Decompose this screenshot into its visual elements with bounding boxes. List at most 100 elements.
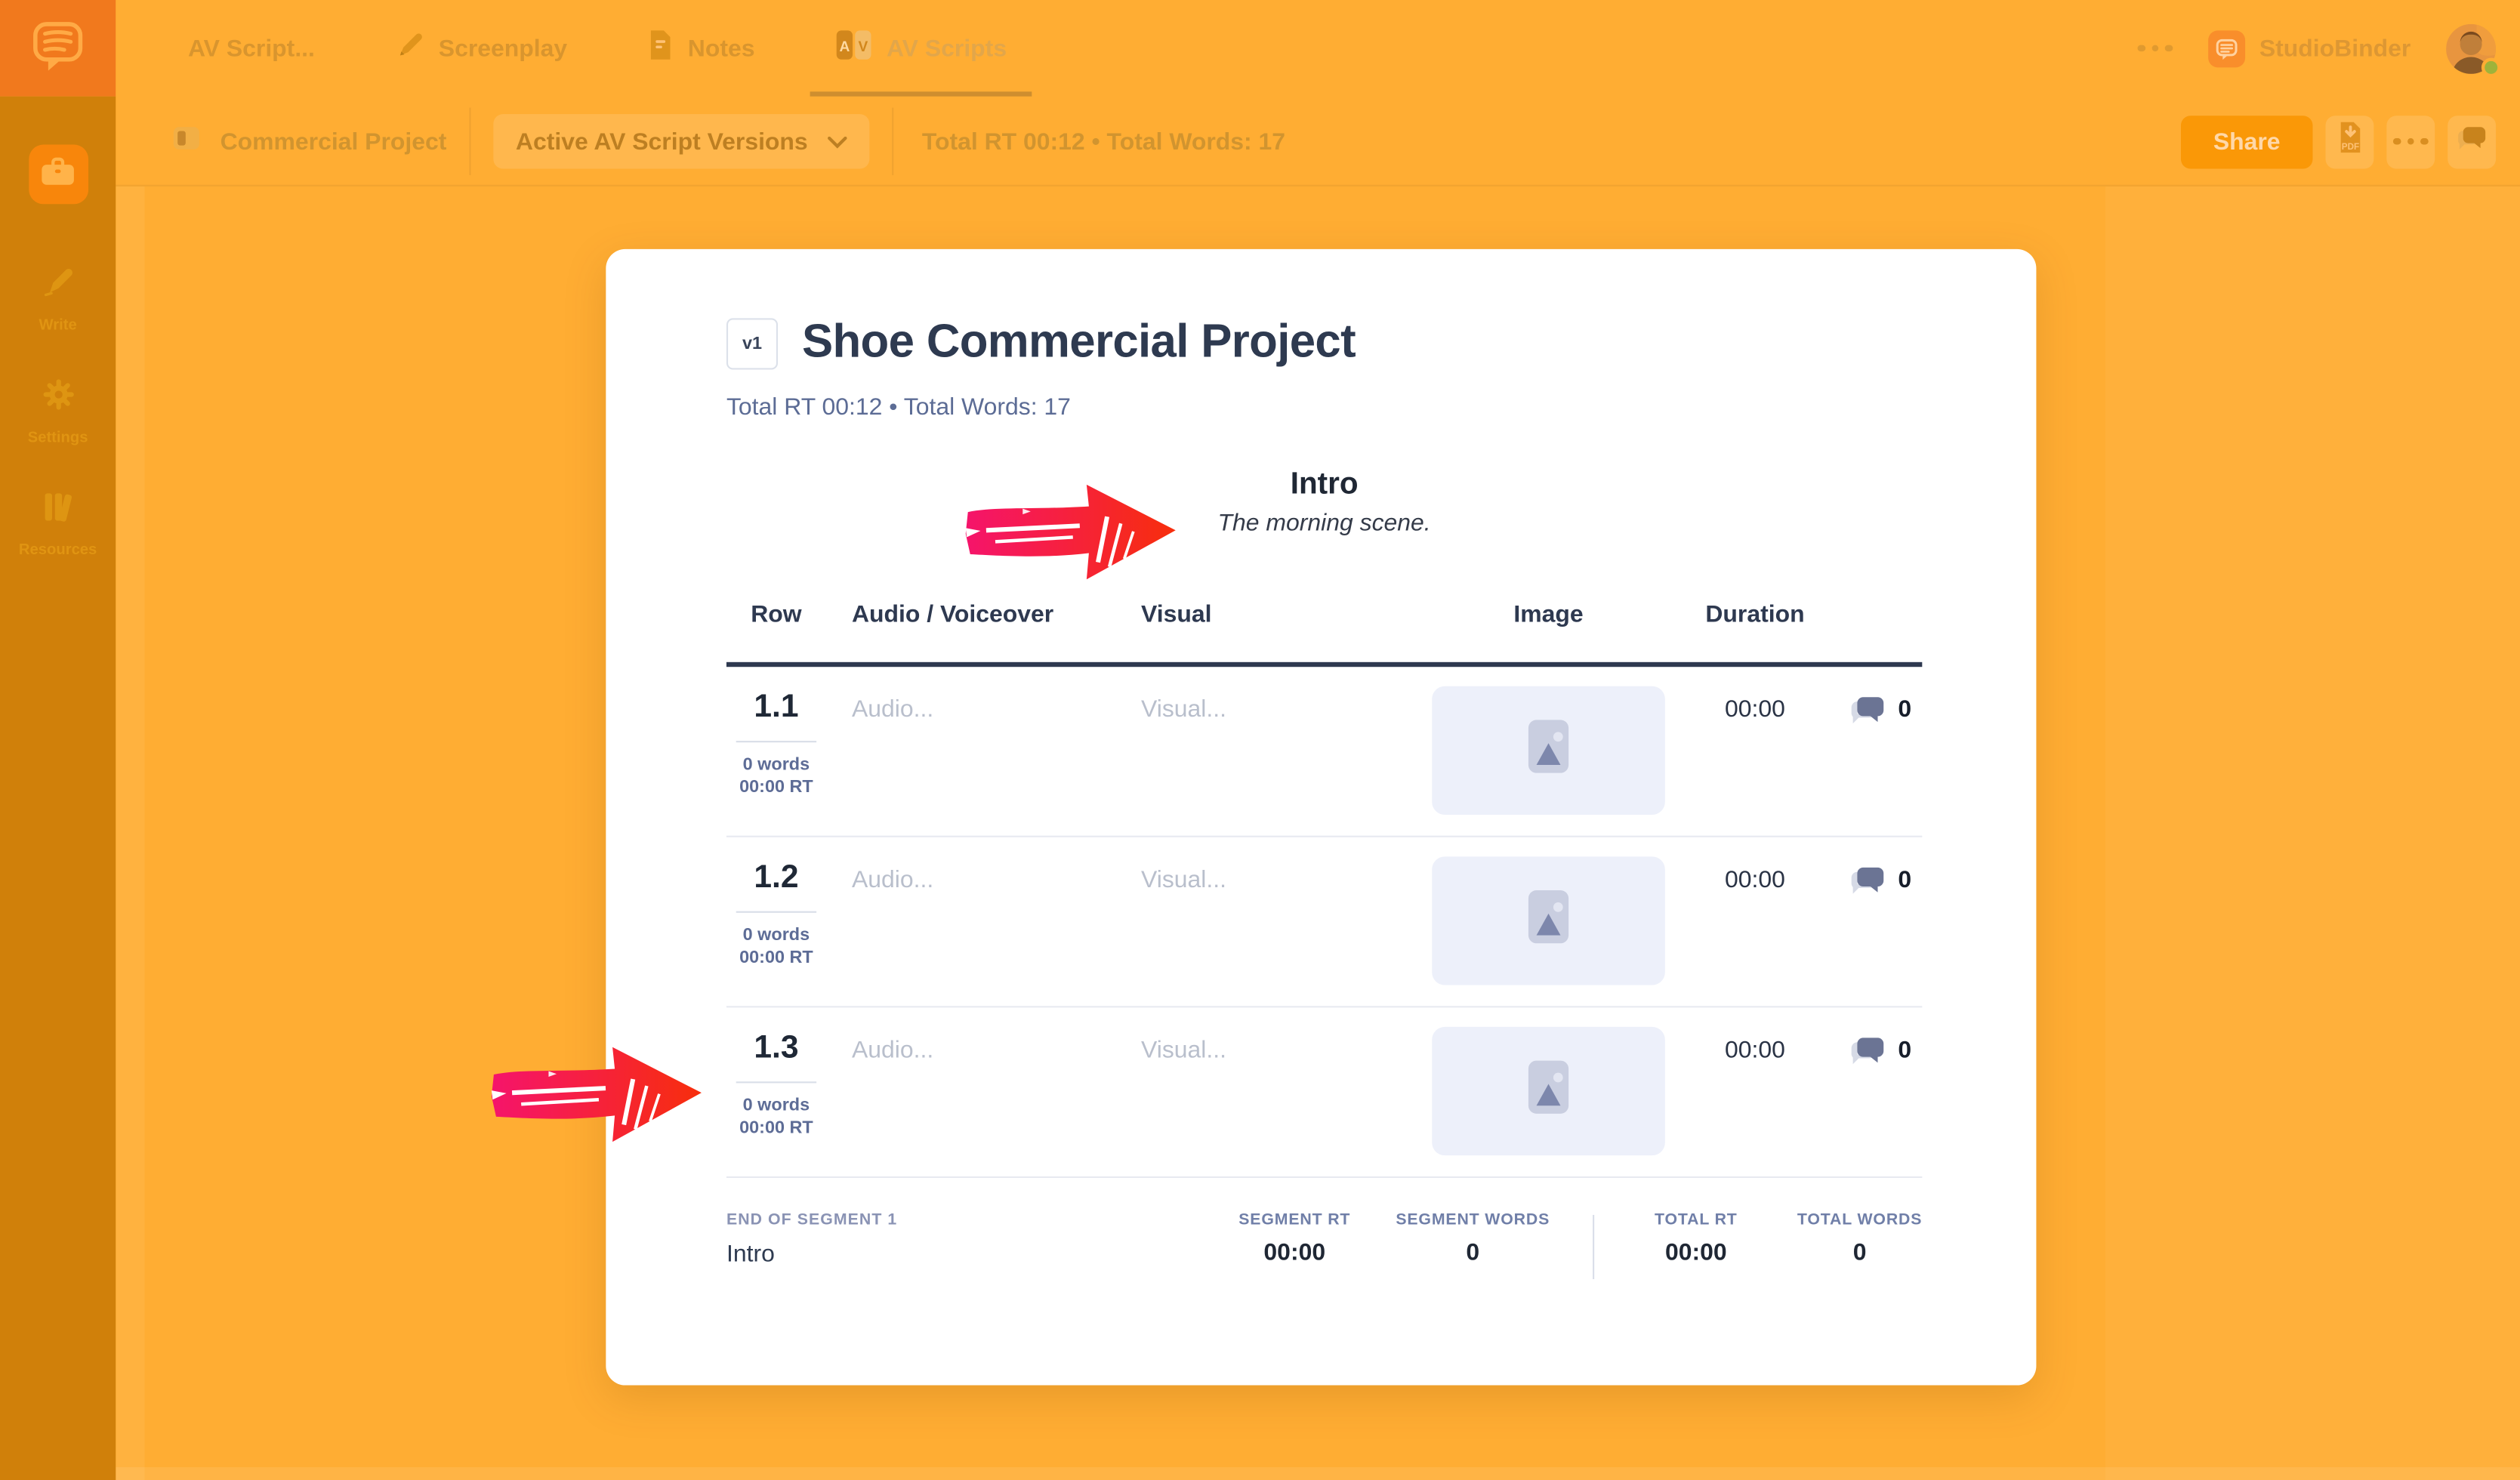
sidebar-nav: Write Settings Resources bbox=[19, 265, 97, 560]
more-menu-icon[interactable] bbox=[2138, 45, 2173, 52]
sidebar-item-resources[interactable]: Resources bbox=[19, 490, 97, 560]
comments-panel-button[interactable] bbox=[2448, 115, 2497, 168]
table-header-row: Row Audio / Voiceover Visual Image Durat… bbox=[726, 600, 1923, 668]
visual-cell[interactable]: Visual... bbox=[1115, 856, 1406, 985]
audio-cell[interactable]: Audio... bbox=[826, 686, 1115, 815]
script-versions-dropdown[interactable]: Active AV Script Versions bbox=[493, 114, 869, 169]
photo-icon bbox=[1527, 718, 1570, 782]
brand-button[interactable]: StudioBinder bbox=[2207, 29, 2411, 67]
segment-end-block: END OF SEGMENT 1 Intro bbox=[726, 1212, 897, 1268]
row-number-underline bbox=[736, 1081, 817, 1084]
sidebar-item-settings[interactable]: Settings bbox=[19, 378, 97, 447]
stat-total-words: TOTAL WORDS 0 bbox=[1797, 1211, 1923, 1267]
left-sidebar: Write Settings Resources bbox=[0, 96, 116, 1480]
row-number[interactable]: 1.1 bbox=[726, 689, 826, 726]
row-runtime: 00:00 RT bbox=[739, 1118, 813, 1138]
segment-title[interactable]: Intro bbox=[726, 467, 1922, 503]
briefcase-icon bbox=[40, 155, 76, 193]
project-home-button[interactable] bbox=[28, 144, 88, 205]
comments-cell[interactable]: 0 bbox=[1840, 686, 1923, 815]
end-of-segment-label: END OF SEGMENT 1 bbox=[726, 1211, 898, 1230]
sidebar-item-label: Settings bbox=[27, 429, 88, 447]
user-avatar[interactable] bbox=[2446, 23, 2501, 77]
visual-cell[interactable]: Visual... bbox=[1115, 1027, 1406, 1155]
project-panel-icon bbox=[172, 124, 201, 159]
project-breadcrumb[interactable]: Commercial Project bbox=[172, 124, 446, 159]
online-status-dot bbox=[2481, 57, 2501, 77]
pdf-download-icon: PDF bbox=[2336, 121, 2363, 162]
comments-cell[interactable]: 0 bbox=[1840, 1027, 1923, 1155]
app-window: AV Script... Screenplay Notes A V AV Scr… bbox=[0, 0, 2520, 1480]
photo-icon bbox=[1527, 1059, 1570, 1123]
share-button[interactable]: Share bbox=[2180, 115, 2313, 168]
script-toolbar: Commercial Project Active AV Script Vers… bbox=[116, 97, 2520, 187]
tab-av-scripts[interactable]: A V AV Scripts bbox=[809, 0, 1032, 97]
row-number-underline bbox=[736, 911, 817, 913]
column-header-visual: Visual bbox=[1141, 600, 1212, 629]
tab-notes[interactable]: Notes bbox=[644, 0, 757, 97]
av-script-document: v1 Shoe Commercial Project Total RT 00:1… bbox=[606, 248, 2037, 1386]
overlay-panel-right bbox=[2105, 186, 2520, 1480]
image-cell bbox=[1406, 1026, 1692, 1156]
row-word-count: 0 words bbox=[742, 925, 810, 945]
export-pdf-button[interactable]: PDF bbox=[2325, 115, 2374, 168]
document-summary: Total RT 00:12 • Total Words: 17 bbox=[726, 393, 1071, 421]
audio-cell[interactable]: Audio... bbox=[826, 856, 1115, 985]
av-script-table: Row Audio / Voiceover Visual Image Durat… bbox=[726, 600, 1923, 1178]
row-word-count: 0 words bbox=[742, 1096, 810, 1115]
audio-cell[interactable]: Audio... bbox=[826, 1027, 1115, 1155]
duration-cell[interactable]: 00:00 bbox=[1692, 856, 1840, 985]
tab-screenplay[interactable]: Screenplay bbox=[392, 0, 570, 97]
table-row: 1.3 0 words 00:00 RT Audio... Visual... … bbox=[726, 1007, 1923, 1178]
column-header-image: Image bbox=[1513, 600, 1584, 629]
row-number[interactable]: 1.3 bbox=[726, 1030, 826, 1067]
overlay-gutter-left bbox=[116, 186, 145, 1480]
row-runtime: 00:00 RT bbox=[739, 948, 813, 967]
image-placeholder[interactable] bbox=[1432, 856, 1665, 985]
table-body: 1.1 0 words 00:00 RT Audio... Visual... … bbox=[726, 667, 1923, 1178]
duration-cell[interactable]: 00:00 bbox=[1692, 1027, 1840, 1155]
studiobinder-logo-icon bbox=[29, 15, 87, 81]
svg-text:A: A bbox=[839, 39, 850, 55]
more-actions-button[interactable] bbox=[2386, 115, 2435, 168]
image-placeholder[interactable] bbox=[1432, 1026, 1665, 1156]
row-word-count: 0 words bbox=[742, 755, 810, 775]
segment-stats: SEGMENT RT 00:00 SEGMENT WORDS 0 TOTAL R… bbox=[1237, 1211, 1923, 1280]
studiobinder-logo-button[interactable] bbox=[0, 0, 116, 97]
stat-total-rt: TOTAL RT 00:00 bbox=[1654, 1211, 1738, 1267]
image-cell bbox=[1406, 856, 1692, 985]
runtime-summary: Total RT 00:12 • Total Words: 17 bbox=[921, 128, 1286, 156]
comments-cell[interactable]: 0 bbox=[1840, 856, 1923, 985]
tab-av-script-1[interactable]: AV Script... bbox=[185, 0, 318, 97]
brand-name: StudioBinder bbox=[2259, 34, 2411, 62]
top-app-bar: AV Script... Screenplay Notes A V AV Scr… bbox=[0, 0, 2520, 97]
toolbar-divider bbox=[891, 107, 893, 175]
stats-divider bbox=[1593, 1214, 1595, 1280]
visual-cell[interactable]: Visual... bbox=[1115, 686, 1406, 815]
segment-footer: END OF SEGMENT 1 Intro SEGMENT RT 00:00 … bbox=[726, 1211, 1923, 1280]
svg-text:V: V bbox=[858, 39, 868, 55]
document-tabs: AV Script... Screenplay Notes A V AV Scr… bbox=[185, 0, 1032, 97]
segment-description[interactable]: The morning scene. bbox=[726, 510, 1922, 537]
row-info-cell: 1.2 0 words 00:00 RT bbox=[726, 856, 826, 985]
sidebar-item-write[interactable]: Write bbox=[19, 265, 97, 335]
image-placeholder[interactable] bbox=[1432, 686, 1665, 815]
column-header-audio: Audio / Voiceover bbox=[851, 600, 1054, 629]
document-title[interactable]: Shoe Commercial Project bbox=[802, 316, 1356, 369]
row-number[interactable]: 1.2 bbox=[726, 860, 826, 897]
tab-label: Notes bbox=[687, 34, 755, 62]
duration-cell[interactable]: 00:00 bbox=[1692, 686, 1840, 815]
av-scripts-icon: A V bbox=[835, 29, 872, 67]
column-header-row: Row bbox=[751, 600, 802, 629]
tab-label: Screenplay bbox=[438, 34, 568, 62]
segment-header: Intro The morning scene. bbox=[726, 467, 1922, 537]
sidebar-item-label: Write bbox=[39, 316, 77, 335]
three-dots-icon bbox=[2393, 137, 2429, 146]
sidebar-item-label: Resources bbox=[18, 541, 97, 560]
pen-icon bbox=[41, 265, 75, 307]
version-badge: v1 bbox=[726, 317, 779, 369]
gear-icon bbox=[41, 378, 75, 419]
toolbar-divider bbox=[469, 107, 471, 175]
versions-label: Active AV Script Versions bbox=[515, 128, 808, 156]
chevron-down-icon bbox=[827, 128, 847, 155]
